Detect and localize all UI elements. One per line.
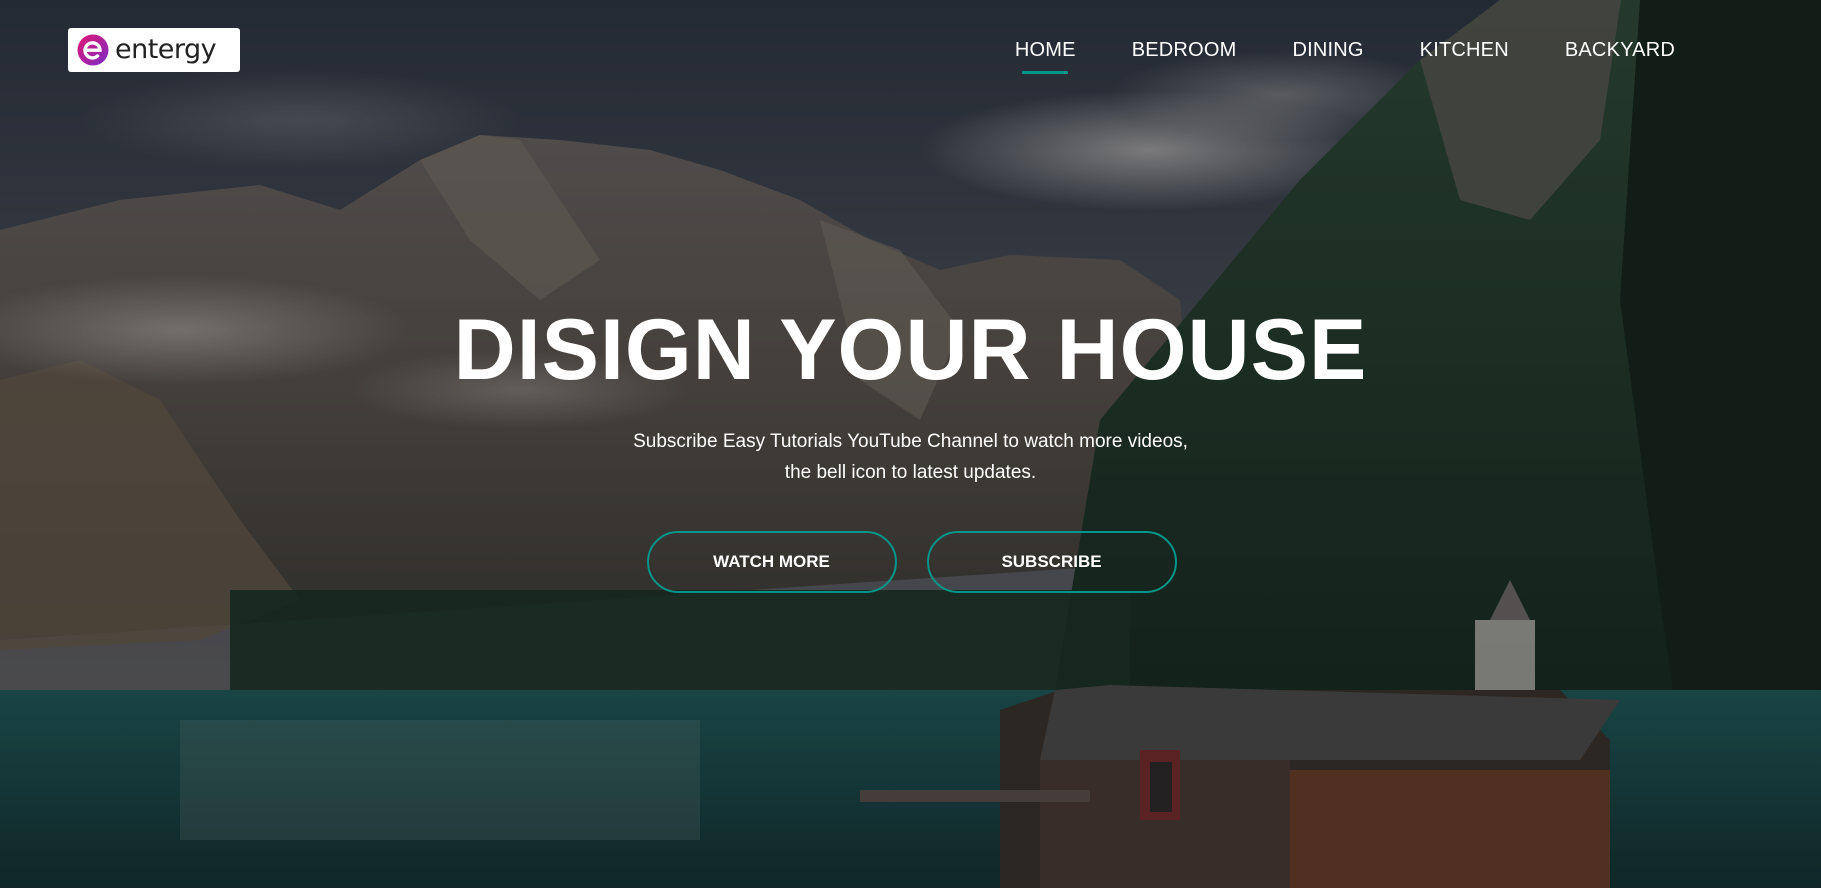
nav-kitchen[interactable]: KITCHEN [1420,36,1509,64]
hero-subtitle-line2: the bell icon to latest updates. [784,462,1037,483]
nav-dining[interactable]: DINING [1292,36,1363,64]
main-navigation: HOME BEDROOM DINING KITCHEN BACKYARD [1015,36,1675,64]
hero-actions: WATCH MORE SUBSCRIBE [0,531,1821,593]
hero-section: entergy HOME BEDROOM DINING KITCHEN BACK… [0,0,1821,888]
subscribe-button[interactable]: SUBSCRIBE [926,531,1177,593]
brand-name: entergy [115,33,217,65]
watch-more-button[interactable]: WATCH MORE [646,531,897,593]
entergy-e-logo-icon [77,34,109,66]
hero-subtitle: Subscribe Easy Tutorials YouTube Channel… [0,426,1821,488]
brand-logo[interactable]: entergy [68,28,240,72]
hero-subtitle-line1: Subscribe Easy Tutorials YouTube Channel… [633,431,1188,452]
nav-home[interactable]: HOME [1015,36,1076,64]
hero-content: DISIGN YOUR HOUSE Subscribe Easy Tutoria… [0,300,1821,593]
hero-title: DISIGN YOUR HOUSE [453,302,1368,398]
nav-backyard[interactable]: BACKYARD [1565,36,1675,64]
nav-bedroom[interactable]: BEDROOM [1132,36,1237,64]
